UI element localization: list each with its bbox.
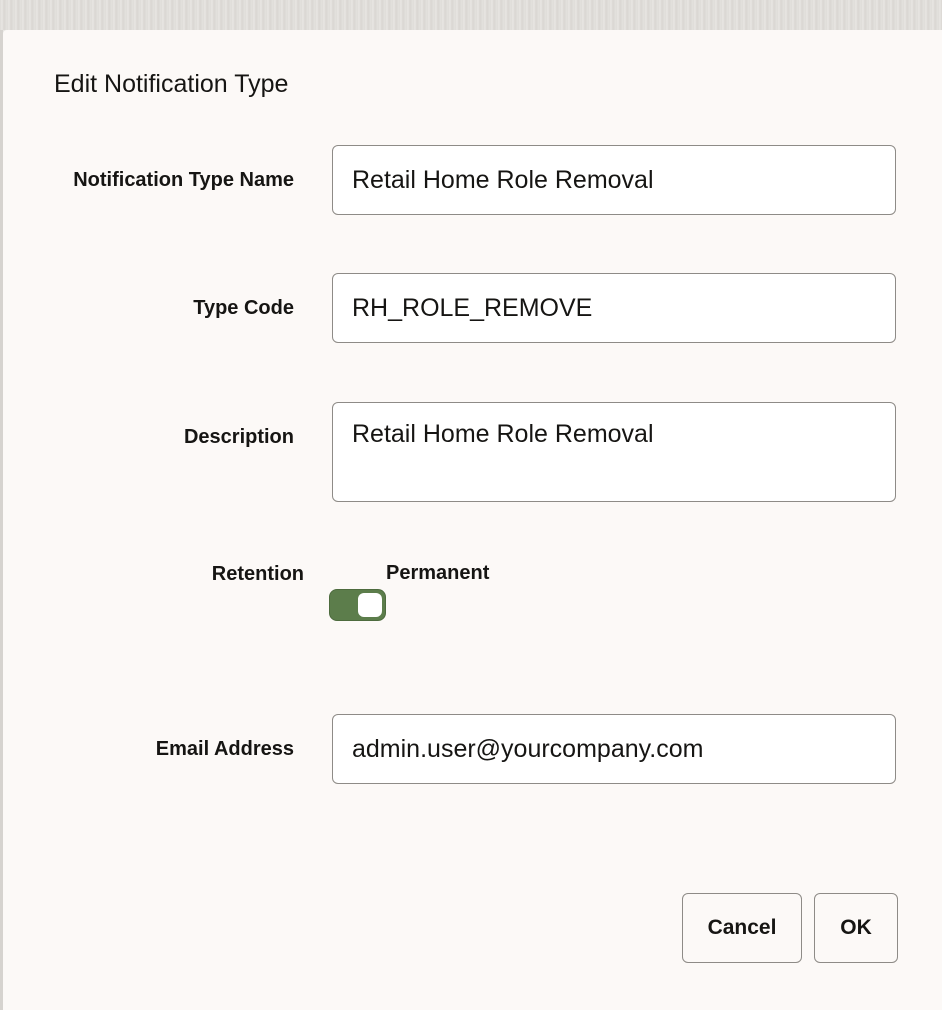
page-backdrop (0, 0, 942, 30)
retention-label: Retention (211, 563, 304, 585)
cancel-button[interactable]: Cancel (682, 893, 802, 963)
notification-type-name-label: Notification Type Name (73, 169, 294, 191)
switch-knob (358, 593, 382, 617)
notification-type-name-input[interactable] (332, 145, 896, 215)
type-code-label: Type Code (193, 297, 294, 319)
dialog-title: Edit Notification Type (54, 70, 289, 98)
description-textarea[interactable]: Retail Home Role Removal (332, 402, 896, 502)
ok-button[interactable]: OK (814, 893, 898, 963)
type-code-input[interactable] (332, 273, 896, 343)
email-address-label: Email Address (155, 738, 294, 760)
edit-notification-type-dialog: Edit Notification Type Notification Type… (3, 30, 942, 1010)
email-address-input[interactable] (332, 714, 896, 784)
retention-permanent-switch[interactable] (329, 589, 386, 621)
description-label: Description (183, 426, 294, 448)
permanent-toggle-label: Permanent (386, 562, 490, 584)
